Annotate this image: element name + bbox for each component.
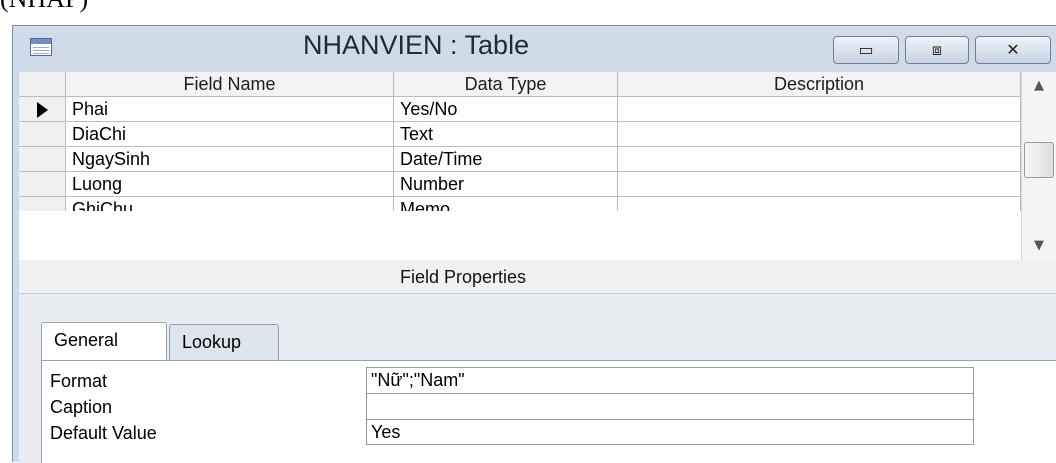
row-selector[interactable]: [19, 172, 66, 197]
maximize-button[interactable]: ⧈: [905, 36, 969, 64]
data-type-cell[interactable]: Text: [394, 122, 618, 147]
field-name-cell[interactable]: Luong: [66, 172, 394, 197]
column-header-data-type[interactable]: Data Type: [394, 72, 618, 97]
property-row-caption: Caption: [42, 393, 1056, 419]
column-header-description[interactable]: Description: [618, 72, 1021, 97]
table-row: NgaySinh Date/Time: [19, 147, 1021, 172]
current-row-arrow-icon: [37, 102, 48, 118]
property-row-format: Format "Nữ";"Nam": [42, 367, 1056, 393]
field-properties-area: Field Properties General Lookup Format "…: [19, 260, 1056, 463]
description-cell[interactable]: [618, 122, 1021, 147]
scrollbar-thumb[interactable]: [1024, 142, 1054, 178]
table-design-window: NHANVIEN : Table ▭ ⧈ ✕ Field Name Data T…: [12, 25, 1056, 463]
table-row: Luong Number: [19, 172, 1021, 197]
table-row: GhiChu Memo: [19, 197, 1021, 211]
property-label: Default Value: [50, 423, 157, 443]
minimize-button[interactable]: ▭: [833, 36, 899, 64]
column-header-field-name[interactable]: Field Name: [66, 72, 394, 97]
field-name-cell[interactable]: NgaySinh: [66, 147, 394, 172]
caption-field[interactable]: [366, 393, 974, 419]
data-type-cell[interactable]: Number: [394, 172, 618, 197]
scroll-down-arrow-icon[interactable]: ▼: [1034, 238, 1044, 253]
window-title: NHANVIEN : Table: [303, 30, 530, 60]
table-row: DiaChi Text: [19, 122, 1021, 147]
field-properties-header: Field Properties: [19, 260, 1056, 294]
row-selector[interactable]: [19, 97, 66, 122]
property-label: Format: [50, 371, 108, 391]
row-selector[interactable]: [19, 147, 66, 172]
data-type-cell[interactable]: Date/Time: [394, 147, 618, 172]
description-cell[interactable]: [618, 172, 1021, 197]
caption-text: (NHAP): [0, 0, 88, 14]
field-grid-area: Field Name Data Type Description Phai Ye…: [13, 72, 1056, 260]
title-bar: NHANVIEN : Table ▭ ⧈ ✕: [13, 26, 1056, 72]
table-icon[interactable]: [30, 38, 52, 56]
data-type-cell[interactable]: Yes/No: [394, 97, 618, 122]
property-label: Caption: [50, 397, 113, 417]
field-properties-panel: General Lookup Format "Nữ";"Nam" Caption…: [19, 294, 1056, 463]
row-selector[interactable]: [19, 122, 66, 147]
format-field[interactable]: "Nữ";"Nam": [366, 367, 974, 393]
vertical-scrollbar[interactable]: ▲ ▼: [1021, 72, 1056, 260]
tab-general[interactable]: General: [41, 322, 167, 360]
data-type-cell[interactable]: Memo: [394, 197, 618, 211]
field-name-cell[interactable]: GhiChu: [66, 197, 394, 211]
description-cell[interactable]: [618, 97, 1021, 122]
tab-lookup[interactable]: Lookup: [169, 324, 279, 360]
table-row: Phai Yes/No: [19, 97, 1021, 122]
close-button[interactable]: ✕: [975, 36, 1051, 64]
row-selector[interactable]: [19, 197, 66, 211]
field-grid: Field Name Data Type Description Phai Ye…: [19, 72, 1021, 260]
scroll-up-arrow-icon[interactable]: ▲: [1034, 78, 1044, 93]
row-selector-header[interactable]: [19, 72, 66, 97]
default-value-field[interactable]: Yes: [366, 419, 974, 445]
grid-header-row: Field Name Data Type Description: [19, 72, 1021, 97]
field-name-cell[interactable]: DiaChi: [66, 122, 394, 147]
property-row-default-value: Default Value Yes: [42, 419, 1056, 445]
description-cell[interactable]: [618, 197, 1021, 211]
property-sheet: Format "Nữ";"Nam" Caption Default Value …: [41, 360, 1056, 463]
field-name-cell[interactable]: Phai: [66, 97, 394, 122]
description-cell[interactable]: [618, 147, 1021, 172]
